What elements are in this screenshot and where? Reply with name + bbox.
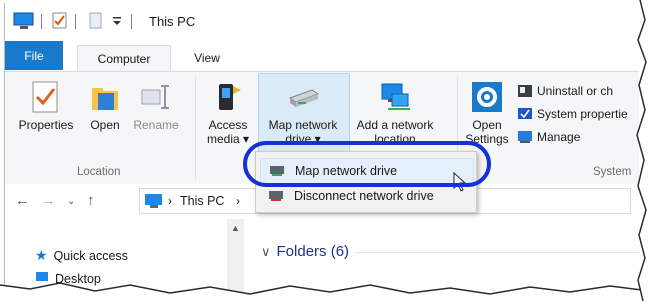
breadcrumb-separator[interactable]: ›: [236, 194, 240, 208]
properties-quick-icon[interactable]: [52, 12, 68, 30]
recent-locations-chevron-icon[interactable]: ⌄: [67, 196, 75, 207]
computer-icon[interactable]: [13, 12, 35, 30]
tab-file[interactable]: File: [5, 41, 63, 70]
scroll-up-icon[interactable]: ▲: [231, 223, 240, 233]
folders-group-header[interactable]: ∨ Folders (6): [261, 243, 349, 260]
window-title: This PC: [149, 14, 196, 29]
add-network-location-button[interactable]: Add a network location: [349, 80, 441, 146]
menu-item-disconnect-network-drive[interactable]: Disconnect network drive: [260, 184, 472, 208]
breadcrumb-separator: ›: [168, 194, 172, 208]
group-label-location: Location: [77, 166, 121, 178]
manage-icon: [517, 130, 533, 144]
group-divider: [195, 76, 196, 180]
forward-arrow-icon[interactable]: →: [41, 192, 56, 209]
system-properties-button[interactable]: System propertie: [517, 107, 628, 121]
divider: [75, 14, 76, 29]
torn-edge: [0, 282, 650, 301]
disconnect-drive-icon: [268, 189, 284, 203]
group-label-system: System: [593, 166, 632, 178]
title-bar: This PC: [5, 3, 639, 41]
tab-view[interactable]: View: [183, 45, 231, 70]
properties-icon: [29, 80, 63, 114]
customize-quick-access-icon[interactable]: [112, 12, 122, 30]
collapse-chevron-icon: ∨: [261, 243, 271, 259]
rename-icon: [139, 80, 173, 114]
map-network-drive-button[interactable]: Map network drive ▾: [259, 80, 347, 146]
divider: [41, 14, 42, 29]
nav-item-quick-access[interactable]: ★ Quick access: [35, 247, 128, 264]
open-folder-icon: [88, 80, 122, 114]
this-pc-icon: [144, 193, 164, 212]
star-icon: ★: [35, 247, 48, 263]
highlight-oval: [243, 141, 491, 187]
explorer-window: This PC File Computer View Properties Op…: [4, 3, 639, 295]
properties-button[interactable]: Properties: [15, 80, 77, 132]
ribbon-tabs: File Computer View: [5, 41, 639, 71]
open-settings-button[interactable]: Open Settings: [461, 80, 513, 146]
group-header-rule: [355, 252, 639, 253]
access-media-button[interactable]: Access media ▾: [201, 80, 255, 146]
open-button[interactable]: Open: [85, 80, 125, 132]
manage-button[interactable]: Manage: [517, 130, 580, 144]
new-folder-quick-icon[interactable]: [89, 12, 103, 30]
torn-edge-right: [636, 0, 650, 301]
uninstall-icon: [517, 84, 533, 98]
network-drive-icon: [286, 80, 320, 114]
uninstall-button[interactable]: Uninstall or ch: [517, 84, 613, 98]
up-arrow-icon[interactable]: ↑: [87, 192, 95, 209]
network-location-icon: [378, 80, 412, 114]
rename-button[interactable]: Rename: [129, 80, 183, 132]
system-properties-icon: [517, 107, 533, 121]
media-device-icon: [211, 80, 245, 114]
settings-gear-icon: [470, 80, 504, 114]
divider: [131, 14, 132, 29]
back-arrow-icon[interactable]: ←: [15, 192, 30, 209]
breadcrumb-this-pc[interactable]: This PC: [180, 194, 224, 208]
tab-computer[interactable]: Computer: [77, 45, 171, 71]
